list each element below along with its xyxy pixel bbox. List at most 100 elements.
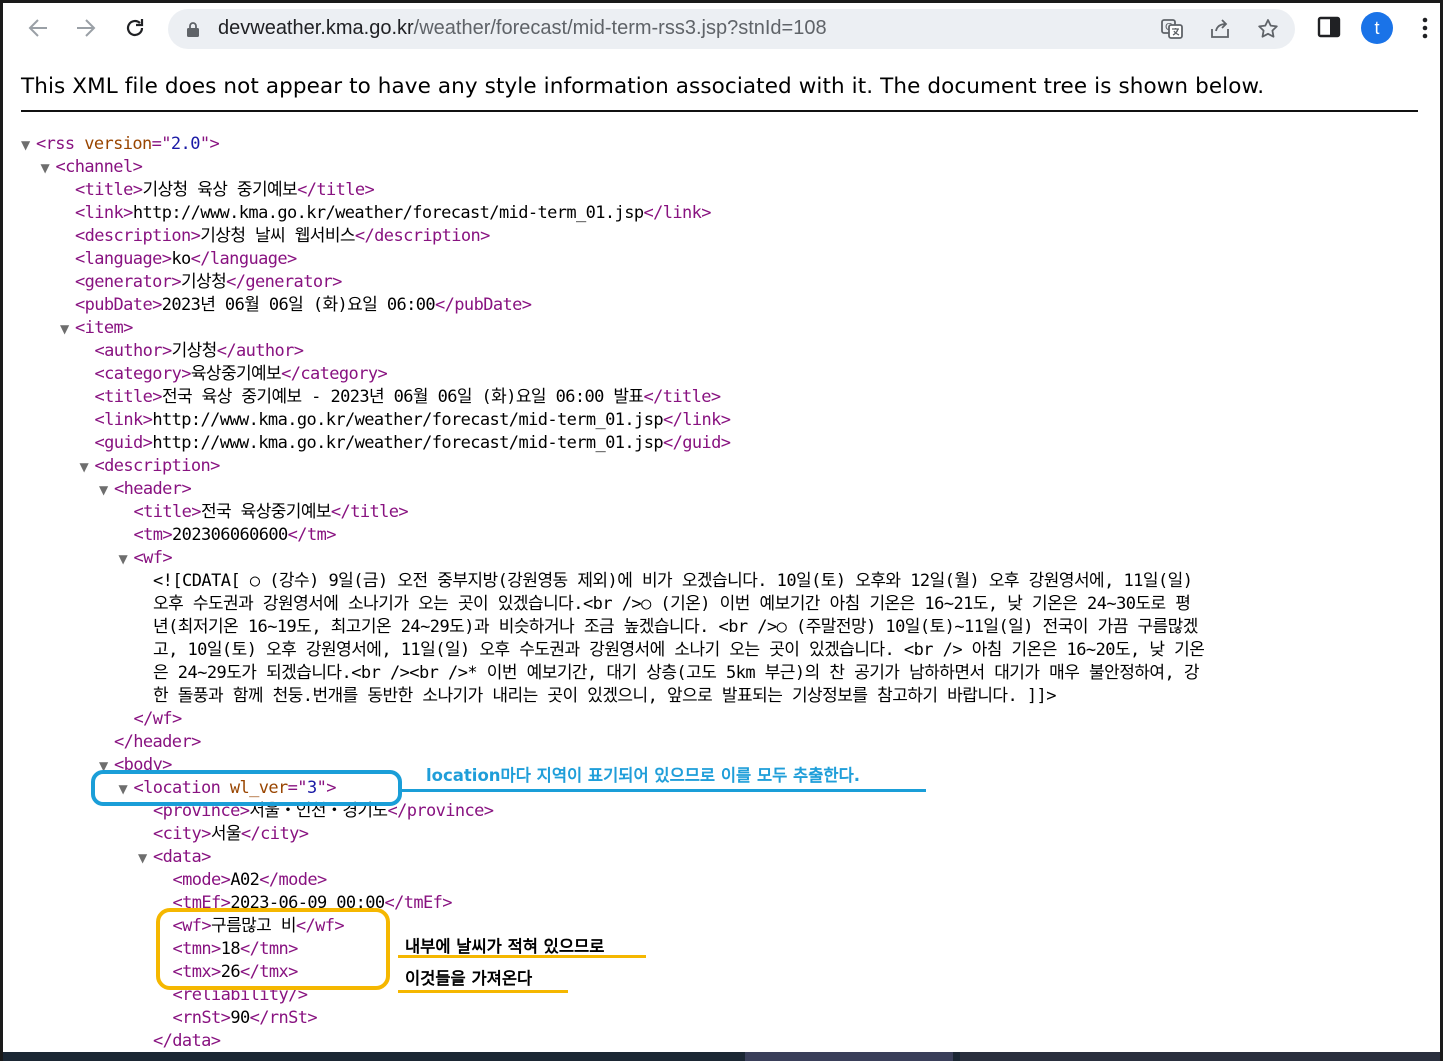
xml-tag: "> [199, 134, 220, 154]
xml-line: <title>전국 육상중기예보</title> [134, 501, 409, 524]
xml-tag: <title> [75, 180, 143, 200]
side-panel-icon[interactable] [1316, 14, 1342, 40]
xml-tag: </pubDate> [435, 295, 532, 315]
xml-tag: </category> [281, 364, 388, 384]
xml-tag: <data> [153, 847, 211, 867]
xml-tag: </city> [240, 824, 309, 844]
xml-text: 고, 10일(토) 오후 강원영서에, 11일(일) 오후 수도권과 강원영서에… [153, 640, 1205, 660]
xml-text: 오후 수도권과 강원영서에 소나기가 오는 곳이 있겠습니다.<br />○ (… [153, 594, 1191, 614]
xml-tag: </description> [354, 226, 490, 246]
xml-line: <wf> [134, 547, 173, 570]
share-icon[interactable] [1208, 17, 1232, 41]
xml-tag: </language> [190, 249, 298, 269]
address-bar[interactable]: devweather.kma.go.kr/weather/forecast/mi… [168, 9, 1295, 49]
xml-text: 한 돌풍과 함께 천둥.번개를 동반한 소나기가 내리는 곳이 있겠으니, 앞으… [153, 686, 1056, 706]
xml-tag: <item> [75, 318, 133, 338]
xml-text: <![CDATA[ ○ (강수) 9일(금) 오전 중부지방(강원영동 제외)에… [153, 571, 1193, 591]
xml-text: 기상청 [171, 341, 218, 361]
location-annotation-text: location마다 지역이 표기되어 있으므로 이를 모두 추출한다. [426, 766, 861, 785]
xml-tag: <title> [94, 387, 163, 407]
location-highlight-box [91, 770, 402, 806]
weather-annotation-underline-1 [398, 955, 646, 958]
weather-annotation-text-1: 내부에 날씨가 적혀 있으므로 [405, 937, 605, 956]
xml-attr-name: version [84, 134, 152, 154]
xml-style-notice: This XML file does not appear to have an… [21, 74, 1265, 99]
xml-line: <title>전국 육상 중기예보 - 2023년 06월 06일 (화)요일 … [94, 386, 722, 409]
xml-text: 전국 육상 중기예보 - 2023년 06월 06일 (화)요일 06:00 발… [161, 387, 644, 407]
xml-tag: <rss [36, 134, 85, 154]
collapse-toggle-icon[interactable]: ▼ [99, 483, 108, 497]
xml-line: <description>기상청 날씨 웹서비스</description> [75, 225, 490, 248]
bookmark-star-icon[interactable] [1256, 17, 1280, 41]
xml-tag: <mode> [172, 870, 231, 890]
forward-button[interactable] [68, 10, 104, 46]
xml-text: 기상청 날씨 웹서비스 [200, 226, 355, 246]
xml-line: <title>기상청 육상 중기예보</title> [75, 179, 375, 202]
xml-text: ko [171, 249, 191, 269]
xml-tag: <channel> [55, 157, 143, 177]
xml-line: <channel> [56, 156, 143, 179]
xml-tag: <wf> [133, 548, 173, 568]
xml-line: <data> [153, 846, 211, 869]
taskbar-edge [0, 1052, 1443, 1061]
weather-annotation-underline-2 [398, 990, 568, 993]
profile-avatar[interactable]: t [1361, 12, 1393, 44]
xml-tag: <guid> [94, 433, 153, 453]
url-text[interactable]: devweather.kma.go.kr/weather/forecast/mi… [218, 17, 827, 40]
xml-tag: </wf> [133, 709, 183, 729]
xml-text: 기상청 [180, 272, 227, 292]
lock-icon [187, 22, 199, 37]
xml-tag: </data> [153, 1031, 221, 1051]
collapse-toggle-icon[interactable]: ▼ [138, 851, 147, 865]
xml-line: <city>서울</city> [153, 823, 309, 846]
xml-line: <author>기상청</author> [94, 340, 305, 363]
back-button[interactable] [20, 10, 56, 46]
xml-tag: <language> [75, 249, 172, 269]
collapse-toggle-icon[interactable]: ▼ [80, 460, 89, 474]
xml-line: <description> [94, 455, 221, 478]
xml-text: A02 [230, 870, 260, 890]
arrow-left-icon [28, 19, 47, 37]
xml-text: 기상청 육상 중기예보 [142, 180, 298, 200]
xml-text: http://www.kma.go.kr/weather/forecast/mi… [152, 410, 663, 430]
xml-attr-val: 2.0 [170, 134, 201, 154]
xml-tag: <description> [94, 456, 221, 476]
xml-line: <![CDATA[ ○ (강수) 9일(금) 오전 중부지방(강원영동 제외)에… [153, 570, 1193, 593]
xml-tag: </link> [643, 203, 711, 223]
xml-line: </header> [114, 731, 201, 754]
xml-text: 2023년 06월 06일 (화)요일 06:00 [161, 295, 436, 315]
xml-text: 90 [230, 1008, 250, 1028]
xml-line: <pubDate>2023년 06월 06일 (화)요일 06:00</pubD… [75, 294, 532, 317]
xml-line: </wf> [133, 708, 183, 731]
xml-text: http://www.kma.go.kr/weather/forecast/mi… [152, 433, 663, 453]
xml-line: <rss version="2.0"> [36, 133, 220, 156]
xml-tag: <generator> [75, 272, 182, 292]
reload-icon [126, 19, 144, 37]
more-menu-icon[interactable] [1414, 14, 1436, 42]
collapse-toggle-icon[interactable]: ▼ [60, 322, 69, 336]
xml-tag: <pubDate> [75, 295, 162, 315]
xml-tag: <title> [133, 502, 202, 522]
notice-divider [21, 110, 1418, 112]
xml-tag: <header> [114, 479, 192, 499]
xml-tag: <rnSt> [172, 1008, 231, 1028]
xml-text: 육상중기예보 [190, 364, 282, 384]
xml-line: <header> [114, 478, 192, 501]
collapse-toggle-icon[interactable]: ▼ [119, 552, 128, 566]
xml-line: <item> [75, 317, 133, 340]
xml-text: 년(최저기온 16~19도, 최고기온 24~29도)과 비슷하거나 조금 높겠… [153, 617, 1198, 637]
xml-line: <generator>기상청</generator> [75, 271, 342, 294]
reload-button[interactable] [117, 10, 153, 46]
url-host: devweather.kma.go.kr [218, 17, 414, 39]
xml-tag: <link> [94, 410, 153, 430]
collapse-toggle-icon[interactable]: ▼ [21, 138, 30, 152]
xml-line: 고, 10일(토) 오후 강원영서에, 11일(일) 오후 수도권과 강원영서에… [153, 639, 1205, 662]
translate-icon[interactable]: G [1160, 17, 1184, 41]
collapse-toggle-icon[interactable]: ▼ [41, 161, 50, 175]
xml-line: <link>http://www.kma.go.kr/weather/forec… [75, 202, 712, 225]
weather-highlight-box [156, 908, 390, 990]
xml-tag: </header> [114, 732, 201, 752]
xml-tag: </generator> [226, 272, 342, 292]
xml-line: 한 돌풍과 함께 천둥.번개를 동반한 소나기가 내리는 곳이 있겠으니, 앞으… [153, 685, 1056, 708]
xml-tag: <author> [94, 341, 173, 361]
